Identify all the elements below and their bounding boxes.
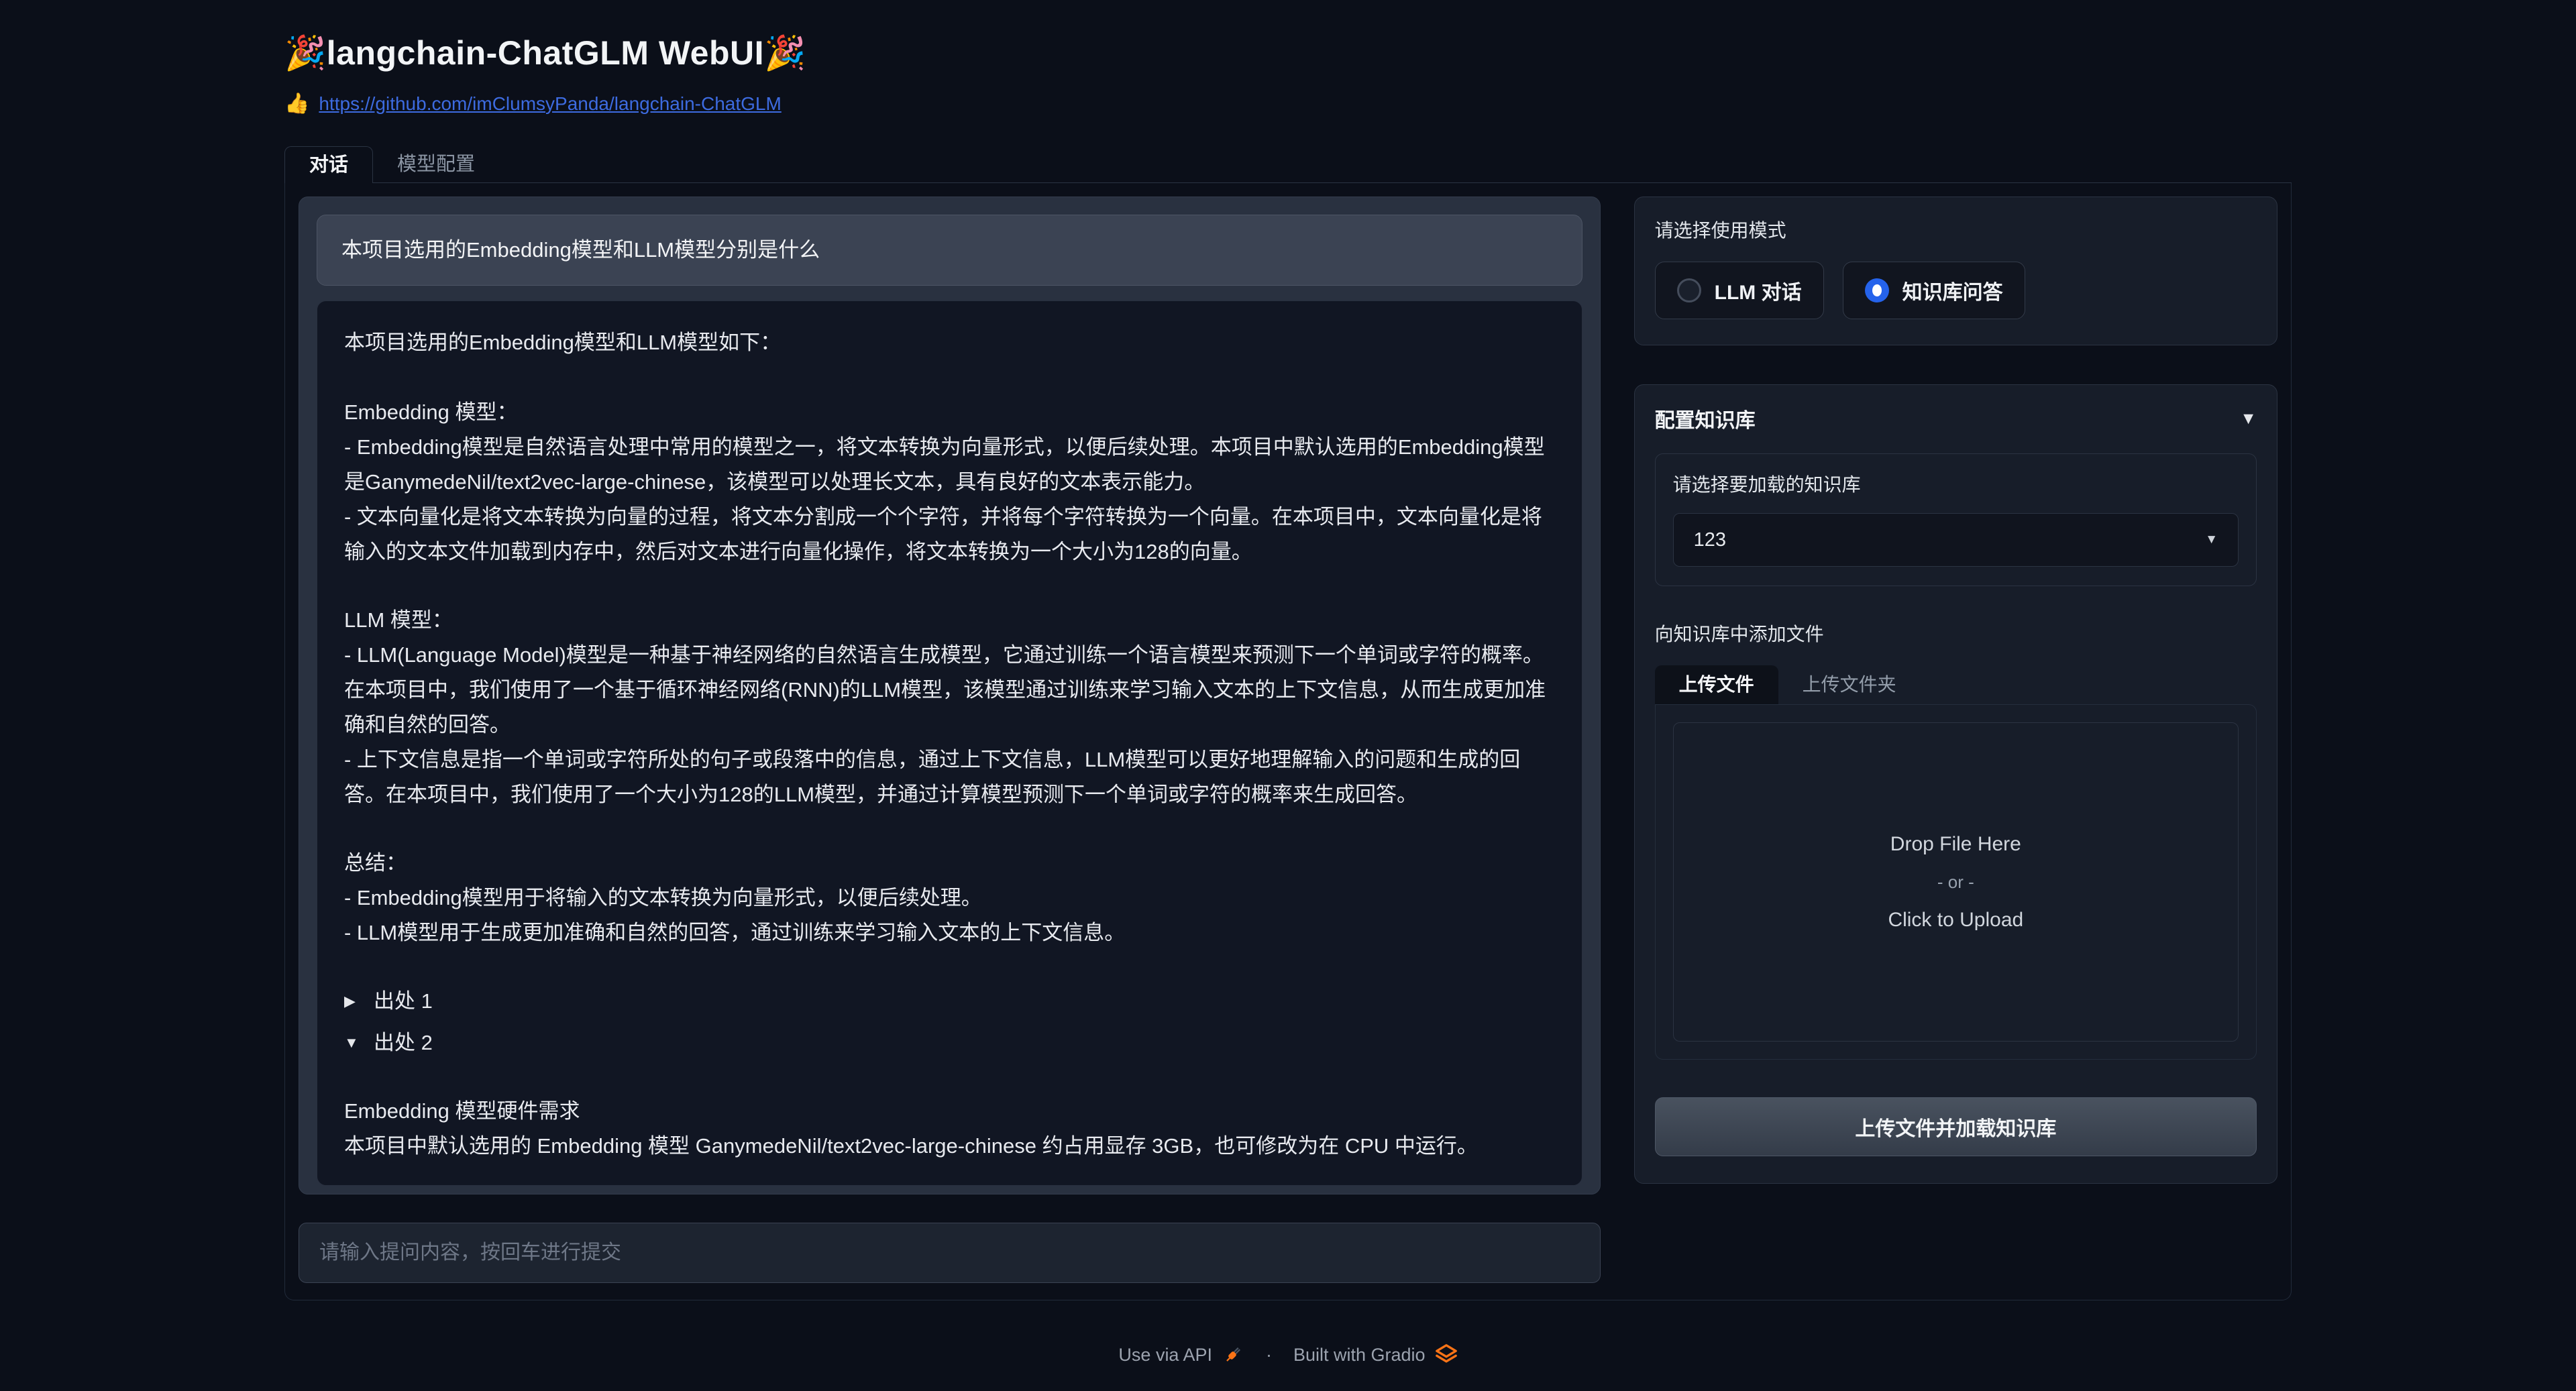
- kb-select-label: 请选择要加载的知识库: [1673, 470, 2239, 497]
- gradio-logo-icon: [1435, 1343, 1458, 1366]
- chatbot-window: 本项目选用的Embedding模型和LLM模型分别是什么 本项目选用的Embed…: [299, 197, 1601, 1194]
- use-via-api-label: Use via API: [1118, 1345, 1212, 1366]
- page-title: 🎉langchain-ChatGLM WebUI🎉: [284, 34, 2292, 73]
- triangle-down-icon: ▼: [344, 1025, 363, 1060]
- kb-config-accordion: 配置知识库 ▼ 请选择要加载的知识库 123 ▼ 向知识库中添加文件 上传文件 …: [1634, 384, 2277, 1184]
- bot-paragraph: Embedding 模型： - Embedding模型是自然语言处理中常用的模型…: [344, 395, 1555, 569]
- main-tabbar: 对话 模型配置: [284, 146, 2292, 183]
- source-toggle-1[interactable]: ▶ 出处 1: [344, 984, 1555, 1019]
- built-with-gradio-label: Built with Gradio: [1293, 1345, 1426, 1366]
- bot-message: 本项目选用的Embedding模型和LLM模型如下： Embedding 模型：…: [317, 300, 1582, 1186]
- query-input-row: [299, 1223, 1601, 1286]
- page: 🎉langchain-ChatGLM WebUI🎉 👍 https://gith…: [284, 0, 2292, 1366]
- triangle-right-icon: ▶: [344, 984, 363, 1019]
- footer-separator: ·: [1266, 1345, 1272, 1366]
- tab-chat[interactable]: 对话: [284, 146, 373, 183]
- chat-tab-panel: 本项目选用的Embedding模型和LLM模型分别是什么 本项目选用的Embed…: [284, 183, 2292, 1300]
- chat-column: 本项目选用的Embedding模型和LLM模型分别是什么 本项目选用的Embed…: [299, 197, 1601, 1286]
- thumbs-up-icon: 👍: [284, 92, 309, 115]
- bot-paragraph: 本项目选用的Embedding模型和LLM模型如下：: [344, 325, 1555, 360]
- radio-llm-chat[interactable]: LLM 对话: [1655, 262, 1824, 319]
- footer: Use via API · Built with Gradio: [284, 1343, 2292, 1366]
- upload-tab-panel: Drop File Here - or - Click to Upload: [1655, 704, 2257, 1060]
- tab-upload-file[interactable]: 上传文件: [1655, 665, 1778, 704]
- upload-and-load-kb-button[interactable]: 上传文件并加载知识库: [1655, 1097, 2257, 1156]
- radio-label: 知识库问答: [1902, 276, 2003, 305]
- repo-link[interactable]: https://github.com/imClumsyPanda/langcha…: [319, 93, 781, 115]
- source-label: 出处 2: [374, 1025, 433, 1060]
- radio-label: LLM 对话: [1715, 276, 1802, 305]
- kb-accordion-header[interactable]: 配置知识库 ▼: [1655, 404, 2257, 433]
- kb-select-box: 请选择要加载的知识库 123 ▼: [1655, 453, 2257, 586]
- plug-icon: [1222, 1343, 1244, 1366]
- user-message: 本项目选用的Embedding模型和LLM模型分别是什么: [317, 215, 1582, 286]
- upload-tabbar: 上传文件 上传文件夹: [1655, 665, 2257, 704]
- dropdown-caret-icon: ▼: [2205, 533, 2218, 547]
- add-files-label: 向知识库中添加文件: [1655, 620, 2257, 647]
- source-2-content: Embedding 模型硬件需求 本项目中默认选用的 Embedding 模型 …: [344, 1094, 1555, 1164]
- source-toggle-2[interactable]: ▼ 出处 2: [344, 1025, 1555, 1060]
- repo-link-row: 👍 https://github.com/imClumsyPanda/langc…: [284, 92, 2292, 115]
- use-via-api-link[interactable]: Use via API: [1118, 1343, 1244, 1366]
- radio-off-icon: [1677, 278, 1701, 302]
- mode-select-label: 请选择使用模式: [1655, 216, 2257, 243]
- radio-kb-qa[interactable]: 知识库问答: [1843, 262, 2025, 319]
- mode-select-box: 请选择使用模式 LLM 对话 知识库问答: [1634, 197, 2277, 345]
- dropzone-line1: Drop File Here: [1890, 833, 2021, 856]
- tab-upload-folder[interactable]: 上传文件夹: [1778, 665, 1921, 704]
- kb-dropdown[interactable]: 123 ▼: [1673, 513, 2239, 567]
- dropzone-line2: - or -: [1937, 872, 1974, 893]
- kb-accordion-title: 配置知识库: [1655, 404, 1756, 433]
- radio-on-icon: [1865, 278, 1889, 302]
- query-input[interactable]: [299, 1223, 1601, 1283]
- kb-dropdown-value: 123: [1694, 529, 1726, 551]
- mode-radio-group: LLM 对话 知识库问答: [1655, 262, 2257, 319]
- source-label: 出处 1: [374, 984, 433, 1019]
- bot-paragraph: LLM 模型： - LLM(Language Model)模型是一种基于神经网络…: [344, 603, 1555, 812]
- bot-paragraph: 总结： - Embedding模型用于将输入的文本转换为向量形式，以便后续处理。…: [344, 846, 1555, 950]
- file-dropzone[interactable]: Drop File Here - or - Click to Upload: [1673, 722, 2239, 1042]
- built-with-gradio-link[interactable]: Built with Gradio: [1293, 1343, 1458, 1366]
- config-column: 请选择使用模式 LLM 对话 知识库问答 配置知识库 ▼: [1634, 197, 2277, 1286]
- tab-model-config[interactable]: 模型配置: [373, 146, 499, 182]
- dropzone-line3: Click to Upload: [1888, 909, 2023, 932]
- chevron-down-icon: ▼: [2240, 409, 2257, 429]
